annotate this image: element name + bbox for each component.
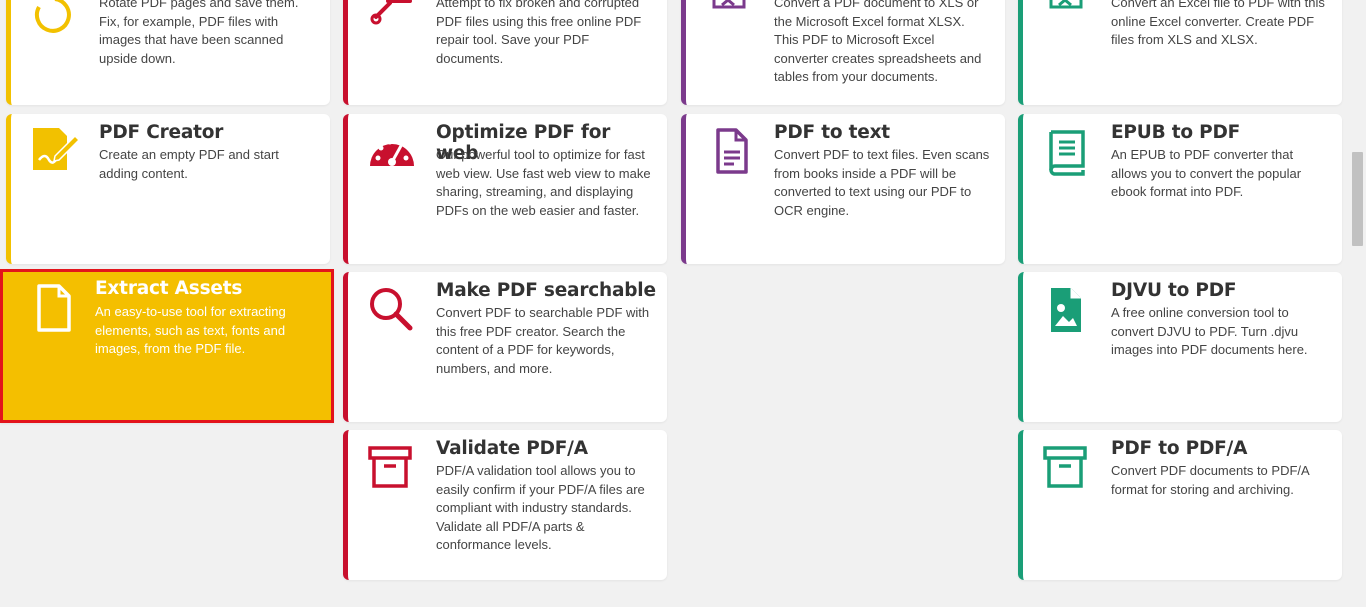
tool-card-pdf-to-pdfa[interactable]: PDF to PDF/A Convert PDF documents to PD… xyxy=(1018,430,1342,580)
archive-icon xyxy=(366,442,418,494)
tool-card-djvu-to-pdf[interactable]: DJVU to PDF A free online conversion too… xyxy=(1018,272,1342,422)
wrench-icon xyxy=(366,0,418,45)
tool-card-description: Rotate PDF pages and save them. Fix, for… xyxy=(99,0,299,66)
tool-card-title: PDF to text xyxy=(774,122,890,143)
tool-card-description: Convert an Excel file to PDF with this o… xyxy=(1111,0,1325,47)
tool-card-pdf-to-text[interactable]: PDF to text Convert PDF to text files. E… xyxy=(681,114,1005,264)
tool-card-title: PDF Creator xyxy=(99,122,224,143)
tool-card-excel-to-pdf[interactable]: Convert an Excel file to PDF with this o… xyxy=(1018,0,1342,105)
sign-document-icon xyxy=(29,126,81,178)
vertical-scrollbar[interactable] xyxy=(1349,0,1366,607)
tool-card-pdf-creator[interactable]: PDF Creator Create an empty PDF and star… xyxy=(6,114,330,264)
tool-card-description: Convert PDF documents to PDF/A format fo… xyxy=(1111,463,1309,497)
tool-card-description: Attempt to fix broken and corrupted PDF … xyxy=(436,0,642,66)
file-icon xyxy=(29,282,81,334)
tool-card-description: PDF/A validation tool allows you to easi… xyxy=(436,463,645,552)
tool-card-title: Make PDF searchable xyxy=(436,280,656,301)
tool-card-description: Convert PDF to text files. Even scans fr… xyxy=(774,147,990,218)
tool-card-title: DJVU to PDF xyxy=(1111,280,1237,301)
search-icon xyxy=(366,284,418,336)
excel-file-icon xyxy=(704,0,756,45)
tool-card-title: Validate PDF/A xyxy=(436,438,588,459)
tool-card-extract-assets[interactable]: Extract Assets An easy-to-use tool for e… xyxy=(0,269,334,423)
tool-card-description: An EPUB to PDF converter that allows you… xyxy=(1111,147,1302,199)
tool-card-description: An easy-to-use tool for extracting eleme… xyxy=(95,304,286,356)
book-icon xyxy=(1041,126,1093,178)
tool-card-description: Our powerful tool to optimize for fast w… xyxy=(436,147,651,218)
scrollbar-thumb[interactable] xyxy=(1352,152,1363,246)
text-file-icon xyxy=(704,126,756,178)
tool-card-validate-pdfa[interactable]: Validate PDF/A PDF/A validation tool all… xyxy=(343,430,667,580)
tool-card-make-pdf-searchable[interactable]: Make PDF searchable Convert PDF to searc… xyxy=(343,272,667,422)
tool-card-title: Extract Assets xyxy=(95,278,243,299)
tool-card-title: EPUB to PDF xyxy=(1111,122,1241,143)
tool-card-description: A free online conversion tool to convert… xyxy=(1111,305,1308,357)
tool-card-description: Convert a PDF document to XLS or the Mic… xyxy=(774,0,982,84)
excel-file-icon xyxy=(1041,0,1093,45)
image-file-icon xyxy=(1041,284,1093,336)
archive-icon xyxy=(1041,442,1093,494)
tool-card-pdf-to-excel[interactable]: Convert a PDF document to XLS or the Mic… xyxy=(681,0,1005,105)
tool-card-repair-pdf[interactable]: Attempt to fix broken and corrupted PDF … xyxy=(343,0,667,105)
tool-card-optimize-pdf-web[interactable]: Optimize PDF for web Our powerful tool t… xyxy=(343,114,667,264)
tool-card-description: Create an empty PDF and start adding con… xyxy=(99,147,279,181)
tool-card-rotate-pdf[interactable]: Rotate PDF pages and save them. Fix, for… xyxy=(6,0,330,105)
tool-card-epub-to-pdf[interactable]: EPUB to PDF An EPUB to PDF converter tha… xyxy=(1018,114,1342,264)
rotate-icon xyxy=(29,0,81,45)
tool-card-title: PDF to PDF/A xyxy=(1111,438,1248,459)
tool-card-description: Convert PDF to searchable PDF with this … xyxy=(436,305,650,376)
speedometer-icon xyxy=(366,126,418,178)
